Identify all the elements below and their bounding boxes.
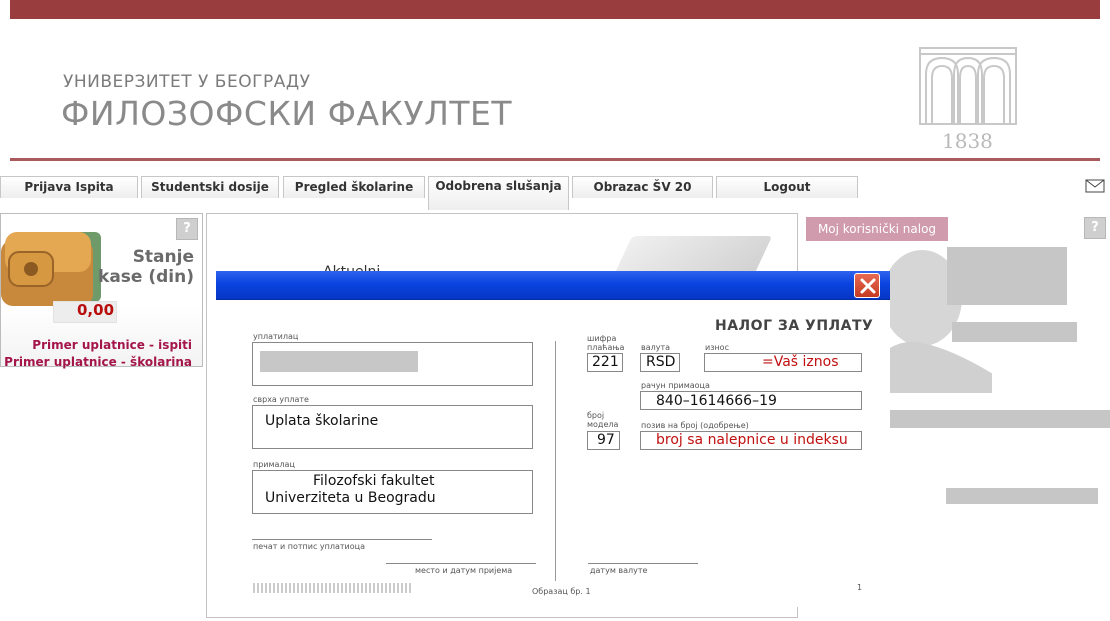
my-account-button[interactable]: Moj korisnički nalog	[806, 217, 948, 241]
tab-studentski-dosije[interactable]: Studentski dosije	[141, 176, 279, 198]
account-number-label: рачун примаоца	[641, 381, 710, 390]
value-date-label: датум валуте	[590, 566, 648, 575]
user-info-redacted-2	[890, 410, 1110, 428]
slip-divider	[555, 341, 556, 581]
reference-label: позив на број (одобрење)	[641, 421, 749, 430]
tab-prijava-ispita[interactable]: Prijava Ispita	[0, 176, 138, 198]
logo-year: 1838	[942, 129, 993, 153]
link-primer-ispiti[interactable]: Primer uplatnice - ispiti	[32, 338, 192, 352]
wallet-help-button[interactable]: ?	[176, 218, 198, 240]
place-date-line	[386, 563, 536, 564]
account-help-button[interactable]: ?	[1084, 217, 1106, 239]
signature-line	[252, 539, 432, 540]
link-primer-skolarina[interactable]: Primer uplatnice - školarina	[4, 355, 192, 369]
tab-obrazac-sv20[interactable]: Obrazac ŠV 20	[572, 176, 713, 198]
university-name: УНИВЕРЗИТЕТ У БЕОГРАДУ	[63, 72, 311, 92]
recipient-line2: Univerziteta u Beogradu	[265, 490, 436, 506]
dialog-title-bar	[216, 271, 890, 300]
place-date-label: место и датум пријема	[415, 566, 513, 575]
account-number-value: 840–1614666–19	[656, 393, 777, 409]
user-info-redacted-3	[946, 488, 1098, 504]
payment-slip-dialog: НАЛОГ ЗА УПЛАТУ уплатилац сврха уплате U…	[216, 271, 890, 607]
page-number: 1	[857, 583, 863, 592]
tab-logout[interactable]: Logout	[716, 176, 858, 198]
wallet-panel: ? Stanje kase (din) 0,00 Primer uplatnic…	[0, 213, 203, 369]
wallet-title-line2: kase (din)	[98, 267, 194, 287]
balance-amount: 0,00	[77, 301, 115, 319]
close-icon	[860, 278, 876, 294]
tab-pregled-skolarine[interactable]: Pregled školarine	[283, 176, 425, 198]
printer-imprint	[253, 583, 413, 593]
header-divider	[10, 158, 1100, 161]
top-bar	[10, 0, 1100, 19]
payer-field	[252, 342, 533, 386]
wallet-title-line1: Stanje	[132, 247, 194, 267]
user-info-redacted-1	[952, 322, 1077, 342]
purpose-value: Uplata školarine	[265, 413, 379, 429]
recipient-line1: Filozofski fakultet	[313, 473, 435, 489]
payment-code-value: 221	[592, 354, 619, 370]
tab-odobrena-slusanja[interactable]: Odobrena slušanja	[428, 176, 569, 210]
wallet-title: Stanje kase (din)	[98, 247, 194, 287]
payment-slip: НАЛОГ ЗА УПЛАТУ уплатилац сврха уплате U…	[216, 301, 890, 607]
signature-label: печат и потпис уплатиоца	[253, 542, 365, 551]
currency-value: RSD	[646, 354, 676, 370]
payer-redacted	[260, 351, 418, 372]
amount-label: износ	[705, 343, 729, 352]
purpose-label: сврха уплате	[253, 395, 309, 404]
form-number: Образац бр. 1	[532, 587, 591, 596]
user-photo-placeholder	[947, 247, 1067, 305]
reference-value: broj sa nalepnice u indeksu	[656, 432, 848, 448]
model-value: 97	[597, 432, 615, 448]
currency-label: валута	[641, 343, 671, 352]
close-button[interactable]	[854, 273, 880, 298]
wallet-icon	[1, 232, 101, 306]
model-label: број модела	[587, 411, 619, 429]
payer-label: уплатилац	[253, 332, 299, 341]
faculty-name: ФИЛОЗОФСКИ ФАКУЛТЕТ	[61, 94, 513, 133]
recipient-label: прималац	[253, 460, 295, 469]
slip-title: НАЛОГ ЗА УПЛАТУ	[715, 318, 874, 334]
value-date-line	[588, 563, 698, 564]
amount-value: =Vaš iznos	[762, 354, 839, 370]
mail-icon[interactable]	[1085, 179, 1105, 193]
payment-code-label: шифра плаћања	[587, 334, 625, 352]
